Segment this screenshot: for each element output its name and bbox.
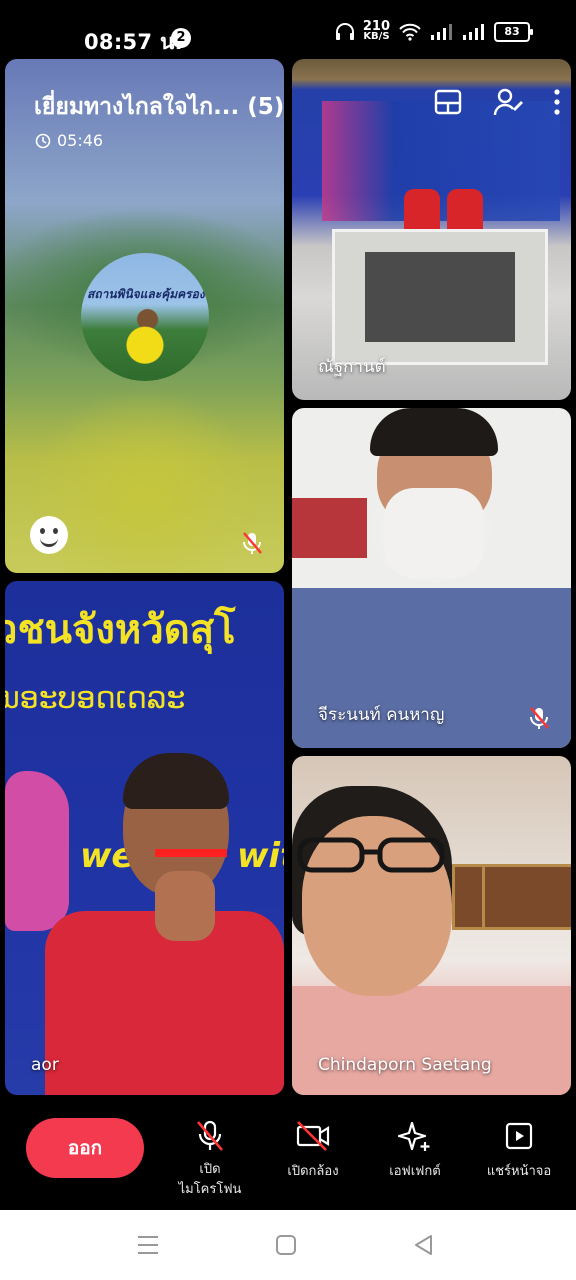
censor-bar bbox=[155, 849, 227, 857]
home-icon[interactable] bbox=[274, 1234, 298, 1256]
participant-video-tile[interactable]: จีระนนท์ คนหาญ bbox=[292, 408, 571, 748]
participant-name: ณัฐกานต์ bbox=[318, 357, 386, 377]
mic-off-icon bbox=[197, 1120, 223, 1151]
mic-off-icon bbox=[243, 532, 262, 554]
share-screen-icon bbox=[505, 1122, 533, 1150]
toggle-camera-button[interactable]: เปิดกล้อง bbox=[270, 1120, 356, 1181]
avatar-text: สถานพินิจและคุ้มครอง bbox=[87, 287, 205, 301]
headphones-icon bbox=[335, 23, 354, 40]
participant-name: Chindaporn Saetang bbox=[318, 1055, 492, 1075]
banner-map bbox=[5, 771, 69, 931]
wall-picture bbox=[452, 864, 486, 930]
mic-off-icon bbox=[530, 707, 549, 729]
layout-icon[interactable] bbox=[433, 87, 463, 117]
recent-apps-icon[interactable] bbox=[136, 1234, 160, 1256]
participant-name: จีระนนท์ คนหาญ bbox=[318, 705, 445, 725]
effects-label: เอฟเฟกต์ bbox=[389, 1164, 441, 1179]
navigation-bar bbox=[0, 1210, 576, 1280]
toggle-mic-button[interactable]: เปิด ไมโครโฟน bbox=[164, 1120, 256, 1200]
more-options-icon[interactable] bbox=[553, 87, 561, 117]
signal-icon bbox=[431, 24, 452, 40]
reaction-emoji-button[interactable] bbox=[30, 516, 68, 554]
mic-label: เปิด ไมโครโฟน bbox=[178, 1162, 242, 1197]
camera-label: เปิดกล้อง bbox=[287, 1164, 339, 1179]
back-icon[interactable] bbox=[412, 1234, 436, 1256]
face-mask bbox=[384, 488, 484, 578]
net-speed: 210 KB/S bbox=[362, 19, 390, 42]
status-bar: 08:57 น. 2 210 KB/S 83 bbox=[0, 0, 576, 58]
notification-badge: 2 bbox=[171, 28, 191, 48]
clock-icon bbox=[35, 133, 51, 148]
glasses-icon bbox=[297, 837, 445, 873]
participant-video-tile[interactable]: Chindaporn Saetang bbox=[292, 756, 571, 1095]
meeting-duration: 05:46 bbox=[57, 131, 104, 150]
participant-name: aor bbox=[31, 1055, 59, 1075]
participant-hair bbox=[370, 408, 498, 456]
wall-picture bbox=[482, 864, 571, 930]
meeting-table bbox=[332, 229, 548, 365]
meeting-title: เยี่ยมทางไกลใจไก... (5) bbox=[34, 94, 284, 120]
share-label: แชร์หน้าจอ bbox=[486, 1164, 552, 1179]
banner-text: วชนจังหวัดสุโ bbox=[5, 607, 236, 653]
leave-button[interactable]: ออก bbox=[26, 1118, 144, 1178]
sparkle-icon bbox=[398, 1121, 430, 1151]
battery-icon: 83 bbox=[494, 22, 533, 42]
participants-icon[interactable] bbox=[493, 87, 523, 117]
signal-icon bbox=[463, 24, 484, 40]
share-screen-button[interactable]: แชร์หน้าจอ bbox=[474, 1120, 564, 1181]
clock: 08:57 น. bbox=[84, 30, 183, 54]
participant-video-tile[interactable]: ณัฐกานต์ bbox=[292, 59, 571, 400]
participant-hand bbox=[155, 871, 215, 941]
self-video-tile[interactable]: เยี่ยมทางไกลใจไก... (5) 05:46 สถานพินิจแ… bbox=[5, 59, 284, 573]
camera-off-icon bbox=[296, 1121, 330, 1151]
room-banner bbox=[322, 101, 560, 221]
top-toolbar bbox=[433, 87, 561, 117]
banner-text: ນອະບອດເດລະ bbox=[5, 681, 186, 716]
wifi-icon bbox=[399, 23, 421, 41]
participant-shirt bbox=[292, 986, 571, 1095]
avatar: สถานพินิจและคุ้มครอง bbox=[81, 253, 209, 381]
participant-hair bbox=[123, 753, 229, 809]
background-sign bbox=[292, 498, 367, 558]
effects-button[interactable]: เอฟเฟกต์ bbox=[372, 1120, 458, 1181]
participant-figure bbox=[404, 189, 440, 229]
meeting-timer: 05:46 bbox=[35, 131, 103, 150]
participant-figure bbox=[447, 189, 483, 229]
participant-video-tile[interactable]: วชนจังหวัดสุโ ນອະບອດເດລະ we wit aor bbox=[5, 581, 284, 1095]
status-icons: 210 KB/S 83 bbox=[335, 19, 533, 42]
banner-text: wit bbox=[237, 836, 284, 876]
call-controls: ออก เปิด ไมโครโฟน เปิดกล้อง เอฟเฟกต์ แชร… bbox=[0, 1100, 576, 1210]
